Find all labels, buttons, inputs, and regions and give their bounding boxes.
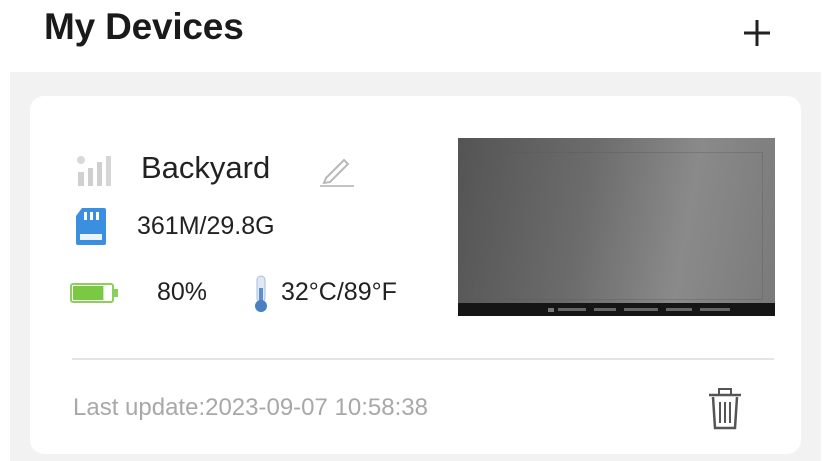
- temperature-reading: 32°C/89°F: [281, 278, 397, 306]
- storage-usage: 361M/29.8G: [137, 212, 275, 240]
- device-name[interactable]: Backyard: [141, 150, 270, 186]
- edit-name-button[interactable]: [316, 150, 356, 188]
- page-title: My Devices: [44, 6, 244, 47]
- camera-preview-thumbnail[interactable]: [458, 138, 775, 316]
- sd-card-icon: [74, 206, 108, 246]
- preview-info-strip: [458, 303, 775, 316]
- last-update-timestamp: Last update:2023-09-07 10:58:38: [73, 394, 428, 421]
- battery-level: 80%: [157, 278, 208, 306]
- trash-icon: [709, 388, 741, 430]
- thermometer-icon: [250, 274, 272, 314]
- signal-bars-icon: [74, 152, 114, 188]
- preview-image-frame: [472, 152, 763, 300]
- add-device-button[interactable]: [734, 8, 780, 54]
- plus-icon: [744, 20, 770, 46]
- delete-device-button[interactable]: [706, 386, 744, 432]
- header-bar: My Devices: [0, 0, 829, 70]
- pencil-icon: [320, 158, 354, 187]
- card-divider: [72, 358, 774, 360]
- battery-icon: [70, 282, 120, 304]
